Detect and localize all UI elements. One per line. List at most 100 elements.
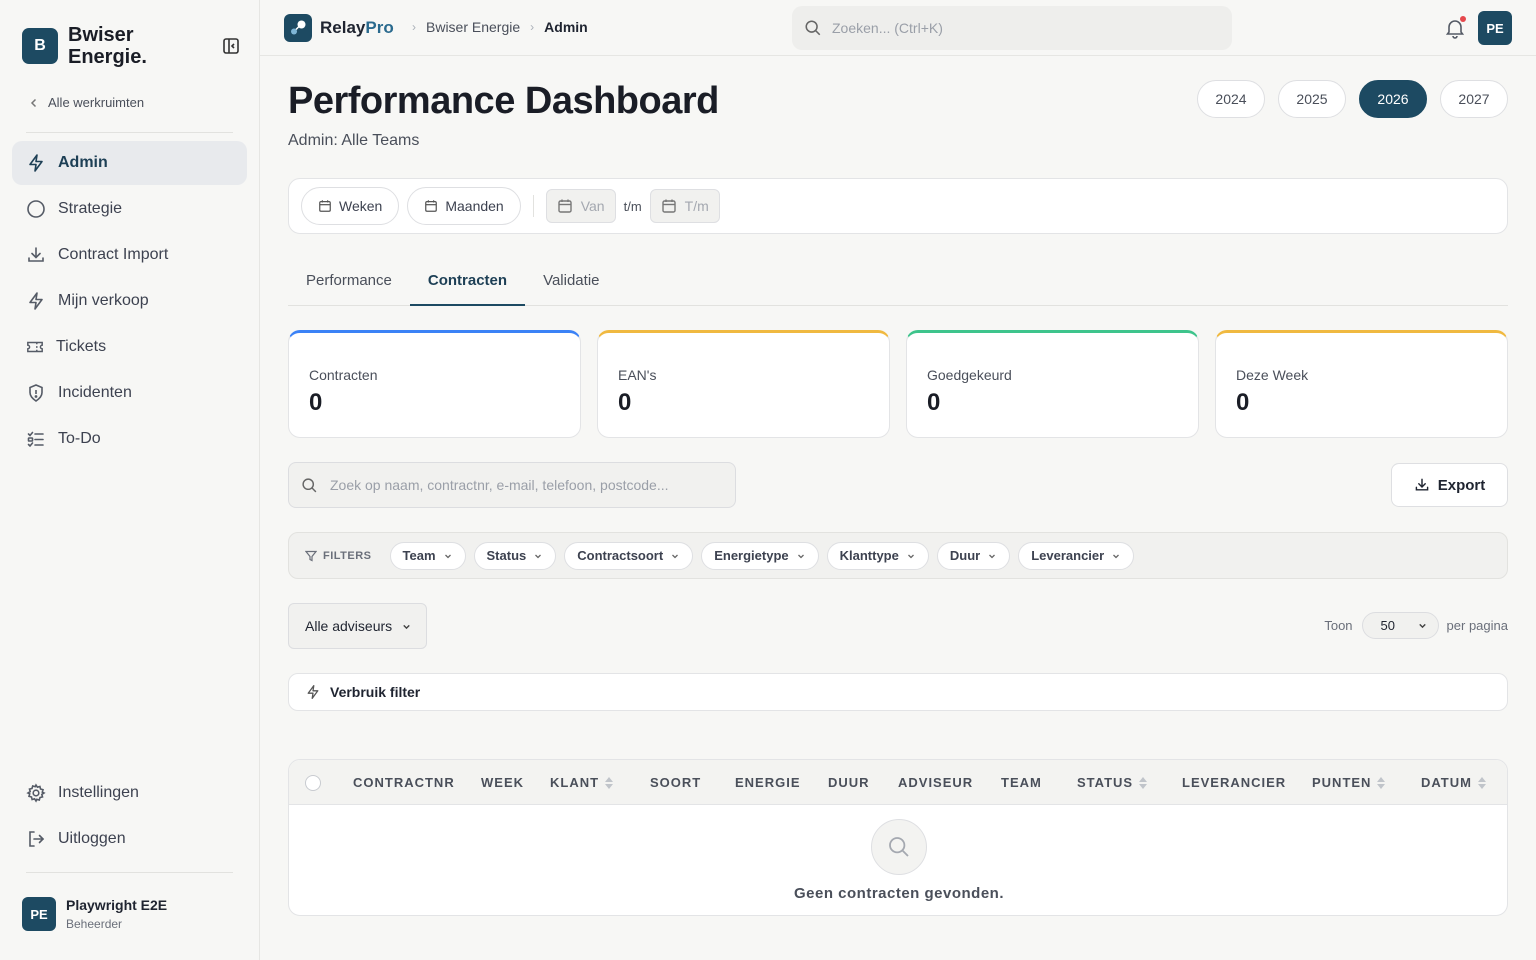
sidebar-item-contract-import[interactable]: Contract Import <box>12 233 247 277</box>
filter-chip-label: Team <box>402 548 436 563</box>
avatar: PE <box>22 897 56 931</box>
column-header-datum[interactable]: DATUM <box>1421 760 1487 805</box>
per-page-select[interactable]: 50 <box>1361 612 1439 639</box>
date-from-picker[interactable]: Van <box>545 189 616 223</box>
filter-chip-team[interactable]: Team <box>389 541 466 570</box>
filter-icon <box>305 550 317 561</box>
sidebar-item-to-do[interactable]: To-Do <box>12 417 247 461</box>
year-selector: 2024 2025 2026 2027 <box>1184 80 1508 118</box>
search-icon <box>805 20 821 36</box>
select-all-checkbox[interactable] <box>305 775 321 791</box>
brand[interactable]: B Bwiser Energie. <box>22 24 178 68</box>
column-header-adviseur[interactable]: ADVISEUR <box>898 760 973 805</box>
column-header-label: TEAM <box>1001 775 1042 790</box>
sidebar-item-label: Admin <box>58 154 108 171</box>
contract-search-input[interactable] <box>330 477 730 493</box>
tab-contracten[interactable]: Contracten <box>409 266 526 306</box>
stat-card-goedgekeurd: Goedgekeurd 0 <box>906 330 1199 438</box>
filter-chip-label: Status <box>486 548 527 563</box>
filter-chip-energietype[interactable]: Energietype <box>701 541 819 570</box>
per-page-value: 50 <box>1380 618 1396 633</box>
adviseur-select[interactable]: Alle adviseurs <box>288 603 427 649</box>
column-header-leverancier[interactable]: LEVERANCIER <box>1182 760 1286 805</box>
column-header-duur[interactable]: DUUR <box>828 760 870 805</box>
stat-value: 0 <box>309 389 323 416</box>
column-header-label: SOORT <box>650 775 702 790</box>
weeks-button-label: Weken <box>339 198 383 214</box>
column-header-label: ADVISEUR <box>898 775 974 790</box>
header-avatar[interactable]: PE <box>1478 11 1512 45</box>
stat-card-deze-week: Deze Week 0 <box>1215 330 1508 438</box>
filter-chip-label: Leverancier <box>1031 548 1105 563</box>
sidebar-item-label: Tickets <box>56 338 107 355</box>
sidebar-item-mijn-verkoop[interactable]: Mijn verkoop <box>12 279 247 323</box>
chevron-down-icon <box>989 554 996 558</box>
global-search-input[interactable] <box>832 20 1212 36</box>
column-header-energie[interactable]: ENERGIE <box>735 760 801 805</box>
user-profile[interactable]: PE Playwright E2E Beheerder <box>22 897 167 931</box>
column-header-soort[interactable]: SOORT <box>650 760 701 805</box>
top-bar: RelayPro › Bwiser Energie › Admin PE <box>260 0 1536 56</box>
date-from-placeholder: Van <box>580 198 605 214</box>
column-header-label: STATUS <box>1077 775 1134 790</box>
date-to-picker[interactable]: T/m <box>649 189 720 223</box>
calendar-icon <box>319 200 331 212</box>
sidebar-item-admin[interactable]: Admin <box>12 141 247 185</box>
back-to-workspaces-link[interactable]: Alle werkruimten <box>28 95 144 110</box>
sidebar-item-uitloggen[interactable]: Uitloggen <box>12 817 247 861</box>
column-header-punten[interactable]: PUNTEN <box>1312 760 1386 805</box>
tab-validatie[interactable]: Validatie <box>525 266 617 306</box>
sidebar-item-label: To-Do <box>58 430 101 447</box>
adviseur-select-value: Alle adviseurs <box>305 618 393 634</box>
filter-chip-klanttype[interactable]: Klanttype <box>826 541 929 570</box>
chevron-down-icon <box>907 554 914 558</box>
date-to-placeholder: T/m <box>684 198 709 214</box>
chevron-down-icon <box>444 554 451 558</box>
relaypro-logo[interactable]: RelayPro <box>284 14 394 42</box>
breadcrumb: › Bwiser Energie › Admin <box>402 19 588 35</box>
weeks-button[interactable]: Weken <box>301 187 400 225</box>
sidebar-item-tickets[interactable]: Tickets <box>12 325 247 369</box>
filter-chip-label: Klanttype <box>839 548 899 563</box>
column-header-label: ENERGIE <box>735 775 801 790</box>
year-button-2026[interactable]: 2026 <box>1359 80 1427 118</box>
year-button-2025[interactable]: 2025 <box>1278 80 1346 118</box>
filter-chip-status[interactable]: Status <box>473 541 557 570</box>
contract-search[interactable] <box>288 462 736 508</box>
chevron-down-icon <box>535 554 542 558</box>
sidebar-item-instellingen[interactable]: Instellingen <box>12 771 247 815</box>
global-search[interactable] <box>792 6 1232 50</box>
column-header-contractnr[interactable]: CONTRACTNR <box>353 760 455 805</box>
column-header-label: LEVERANCIER <box>1182 775 1287 790</box>
column-header-status[interactable]: STATUS <box>1077 760 1148 805</box>
bolt-icon <box>307 684 319 700</box>
export-button[interactable]: Export <box>1391 463 1508 507</box>
breadcrumb-item[interactable]: Bwiser Energie <box>426 19 520 35</box>
column-header-klant[interactable]: KLANT <box>550 760 614 805</box>
year-button-2024[interactable]: 2024 <box>1197 80 1265 118</box>
checklist-icon <box>27 431 44 448</box>
sort-icon <box>1377 776 1386 789</box>
filter-chip-contractsoort[interactable]: Contractsoort <box>564 541 694 570</box>
column-header-team[interactable]: TEAM <box>1001 760 1042 805</box>
notification-dot <box>1460 16 1466 22</box>
date-range-bar: Weken Maanden Van t/m T/m <box>288 178 1508 234</box>
filter-chip-duur[interactable]: Duur <box>936 541 1011 570</box>
stat-label: Deze Week <box>1236 367 1309 383</box>
filter-chip-leverancier[interactable]: Leverancier <box>1018 541 1135 570</box>
tab-performance[interactable]: Performance <box>288 266 410 306</box>
year-button-2027[interactable]: 2027 <box>1440 80 1508 118</box>
months-button[interactable]: Maanden <box>407 187 521 225</box>
sidebar-collapse-icon[interactable] <box>221 36 241 56</box>
usage-filter-toggle[interactable]: Verbruik filter <box>288 673 1508 711</box>
sidebar-item-strategie[interactable]: Strategie <box>12 187 247 231</box>
stat-label: Contracten <box>309 367 378 383</box>
filters-label: FILTERS <box>305 550 372 562</box>
chevron-down-icon <box>1113 554 1120 558</box>
sidebar-item-incidenten[interactable]: Incidenten <box>12 371 247 415</box>
column-header-week[interactable]: WEEK <box>481 760 524 805</box>
empty-state-text: Geen contracten gevonden. <box>793 885 1005 902</box>
stat-label: EAN's <box>618 367 657 383</box>
filter-chip-label: Duur <box>949 548 981 563</box>
sidebar-divider <box>26 872 233 873</box>
